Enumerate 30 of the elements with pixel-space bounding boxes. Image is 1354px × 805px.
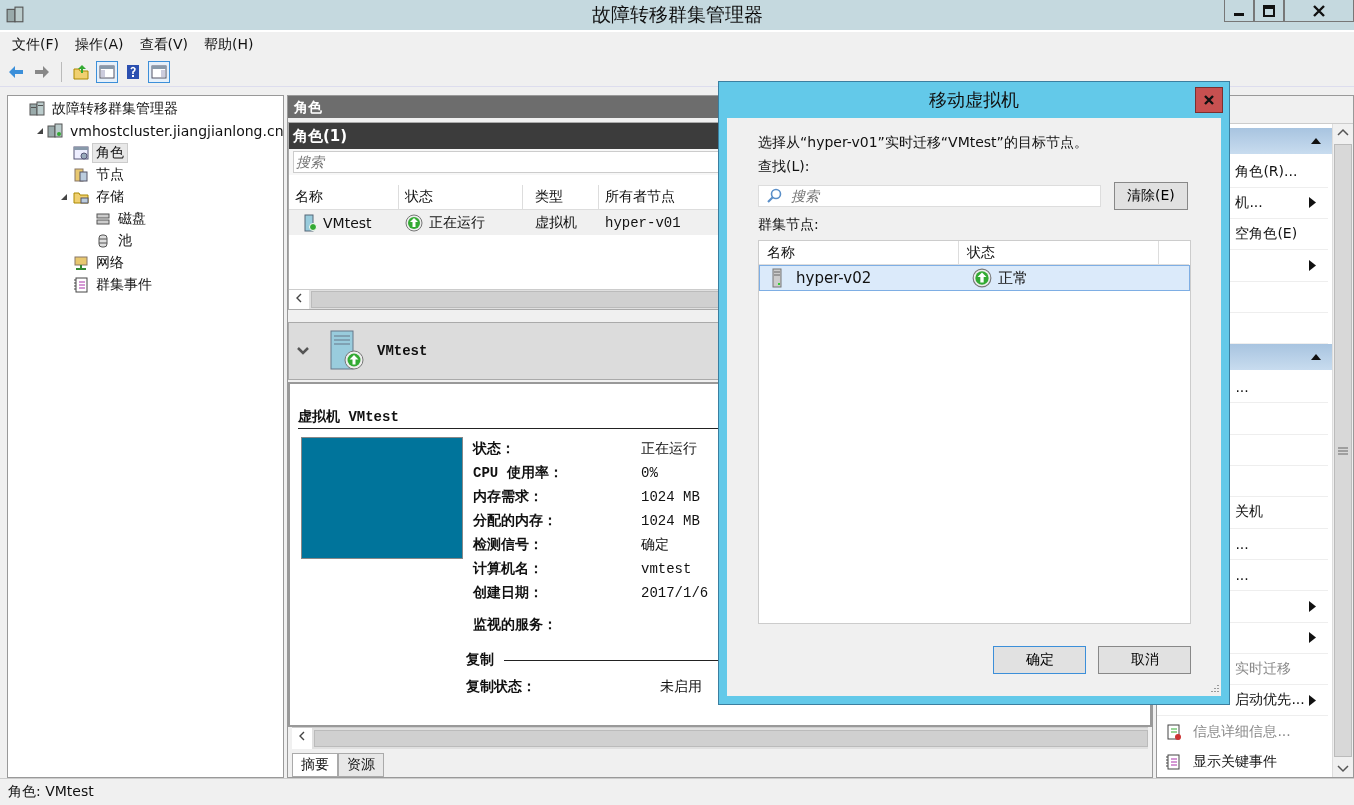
table-cell: 正常 <box>998 268 1028 288</box>
property-label: CPU 使用率： <box>473 464 564 482</box>
property-value: 1024 MB <box>641 489 700 505</box>
property-label: 计算机名： <box>473 560 544 578</box>
property-value: 确定 <box>641 536 669 554</box>
property-value: 2017/1/6 <box>641 585 709 601</box>
field-label: 查找(L): <box>758 158 811 176</box>
property-value: 未启用 <box>660 678 702 696</box>
window-title: 故障转移群集管理器 <box>590 2 764 27</box>
property-label: 复制状态： <box>466 678 537 696</box>
property-value: 1024 MB <box>641 513 700 529</box>
status-text: 角色: VMtest <box>8 783 94 801</box>
property-label: 内存需求： <box>473 488 544 506</box>
property-label: 创建日期： <box>473 584 544 602</box>
property-label: 分配的内存： <box>473 512 558 530</box>
table-cell-text: 虚拟机 <box>534 212 578 232</box>
property-value: 0% <box>641 465 658 481</box>
section-title: 复制 <box>466 651 494 669</box>
property-value: 正在运行 <box>641 440 697 458</box>
property-label: 检测信号： <box>473 536 544 554</box>
list-label: 群集节点: <box>758 216 820 234</box>
vm-name: VMtest <box>377 343 428 359</box>
property-label: 状态： <box>473 440 516 458</box>
table-cell: hyper-v02 <box>796 269 872 287</box>
property-value: vmtest <box>641 561 692 577</box>
property-label: 监视的服务： <box>473 616 558 634</box>
instruction-text: 选择从“hyper-v01”实时迁移“VMtest”的目标节点。 <box>758 134 1089 152</box>
table-cell: VMtest <box>323 214 372 231</box>
table-cell-text: hyper-v01 <box>604 213 682 233</box>
table-cell: 正在运行 <box>429 213 485 232</box>
